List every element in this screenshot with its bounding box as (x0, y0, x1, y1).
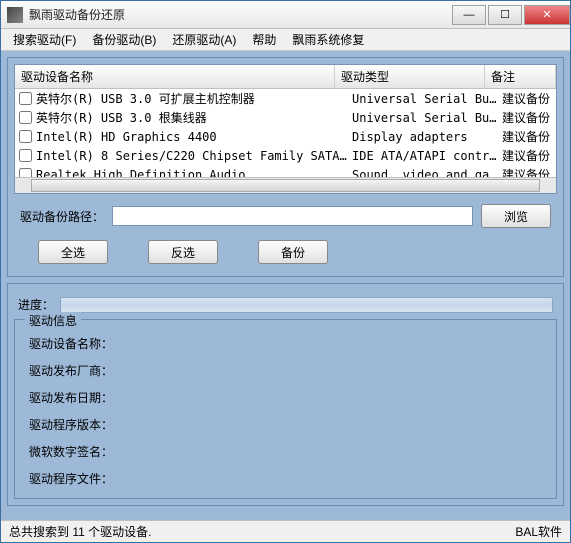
action-buttons: 全选 反选 备份 (14, 232, 557, 270)
cell-type: Sound, video and gam... (352, 168, 502, 178)
driver-info-legend: 驱动信息 (25, 312, 81, 329)
backup-button[interactable]: 备份 (258, 240, 328, 264)
info-vendor: 驱动发布厂商： (29, 357, 542, 384)
backup-path-label: 驱动备份路径： (20, 208, 104, 225)
cell-name: Intel(R) HD Graphics 4400 (36, 130, 352, 144)
progress-info-panel: 进度： 驱动信息 驱动设备名称： 驱动发布厂商： 驱动发布日期： 驱动程序版本：… (7, 283, 564, 506)
list-row[interactable]: Realtek High Definition AudioSound, vide… (15, 165, 556, 177)
driver-list: 驱动设备名称 驱动类型 备注 英特尔(R) USB 3.0 可扩展主机控制器Un… (14, 64, 557, 194)
status-right: BAL软件 (515, 523, 562, 540)
list-row[interactable]: 英特尔(R) USB 3.0 根集线器Universal Serial Bus.… (15, 108, 556, 127)
row-checkbox[interactable] (19, 130, 32, 143)
select-all-button[interactable]: 全选 (38, 240, 108, 264)
menu-help[interactable]: 帮助 (244, 29, 284, 50)
scrollbar-thumb[interactable] (31, 179, 540, 192)
header-note[interactable]: 备注 (485, 65, 556, 88)
list-body: 英特尔(R) USB 3.0 可扩展主机控制器Universal Serial … (15, 89, 556, 177)
app-icon (7, 7, 23, 23)
menubar: 搜索驱动(F) 备份驱动(B) 还原驱动(A) 帮助 飘雨系统修复 (1, 29, 570, 51)
header-type[interactable]: 驱动类型 (335, 65, 485, 88)
cell-name: 英特尔(R) USB 3.0 根集线器 (36, 109, 352, 126)
minimize-button[interactable]: — (452, 5, 486, 25)
driver-list-panel: 驱动设备名称 驱动类型 备注 英特尔(R) USB 3.0 可扩展主机控制器Un… (7, 57, 564, 277)
backup-path-input[interactable] (112, 206, 473, 226)
cell-name: Intel(R) 8 Series/C220 Chipset Family SA… (36, 149, 352, 163)
header-name[interactable]: 驱动设备名称 (15, 65, 335, 88)
menu-backup-drivers[interactable]: 备份驱动(B) (84, 29, 164, 50)
browse-button[interactable]: 浏览 (481, 204, 551, 228)
client-area: 驱动设备名称 驱动类型 备注 英特尔(R) USB 3.0 可扩展主机控制器Un… (1, 51, 570, 520)
window-controls: — ☐ ✕ (450, 5, 570, 25)
window-title: 飘雨驱动备份还原 (29, 6, 450, 23)
cell-note: 建议备份 (502, 166, 552, 177)
close-button[interactable]: ✕ (524, 5, 570, 25)
statusbar: 总共搜索到 11 个驱动设备. BAL软件 (1, 520, 570, 542)
status-left: 总共搜索到 11 个驱动设备. (9, 523, 151, 540)
row-checkbox[interactable] (19, 111, 32, 124)
row-checkbox[interactable] (19, 168, 32, 177)
maximize-button[interactable]: ☐ (488, 5, 522, 25)
list-row[interactable]: 英特尔(R) USB 3.0 可扩展主机控制器Universal Serial … (15, 89, 556, 108)
menu-search-drivers[interactable]: 搜索驱动(F) (5, 29, 84, 50)
cell-note: 建议备份 (502, 128, 552, 145)
cell-type: Universal Serial Bus... (352, 92, 502, 106)
info-version: 驱动程序版本： (29, 411, 542, 438)
menu-sysrepair[interactable]: 飘雨系统修复 (284, 29, 372, 50)
info-file: 驱动程序文件： (29, 465, 542, 492)
app-window: 飘雨驱动备份还原 — ☐ ✕ 搜索驱动(F) 备份驱动(B) 还原驱动(A) 帮… (0, 0, 571, 543)
list-row[interactable]: Intel(R) HD Graphics 4400Display adapter… (15, 127, 556, 146)
driver-info-fieldset: 驱动信息 驱动设备名称： 驱动发布厂商： 驱动发布日期： 驱动程序版本： 微软数… (14, 319, 557, 499)
row-checkbox[interactable] (19, 92, 32, 105)
info-signature: 微软数字签名： (29, 438, 542, 465)
cell-type: Display adapters (352, 130, 502, 144)
cell-note: 建议备份 (502, 147, 552, 164)
menu-restore-drivers[interactable]: 还原驱动(A) (164, 29, 244, 50)
cell-note: 建议备份 (502, 90, 552, 107)
horizontal-scrollbar[interactable] (15, 177, 556, 193)
cell-name: 英特尔(R) USB 3.0 可扩展主机控制器 (36, 90, 352, 107)
progress-bar (60, 297, 553, 313)
titlebar: 飘雨驱动备份还原 — ☐ ✕ (1, 1, 570, 29)
cell-type: Universal Serial Bus... (352, 111, 502, 125)
backup-path-row: 驱动备份路径： 浏览 (14, 194, 557, 232)
list-header: 驱动设备名称 驱动类型 备注 (15, 65, 556, 89)
list-row[interactable]: Intel(R) 8 Series/C220 Chipset Family SA… (15, 146, 556, 165)
invert-selection-button[interactable]: 反选 (148, 240, 218, 264)
progress-row: 进度： (14, 290, 557, 319)
cell-note: 建议备份 (502, 109, 552, 126)
info-device-name: 驱动设备名称： (29, 330, 542, 357)
row-checkbox[interactable] (19, 149, 32, 162)
info-date: 驱动发布日期： (29, 384, 542, 411)
progress-label: 进度： (18, 296, 54, 313)
cell-name: Realtek High Definition Audio (36, 168, 352, 178)
cell-type: IDE ATA/ATAPI contro... (352, 149, 502, 163)
